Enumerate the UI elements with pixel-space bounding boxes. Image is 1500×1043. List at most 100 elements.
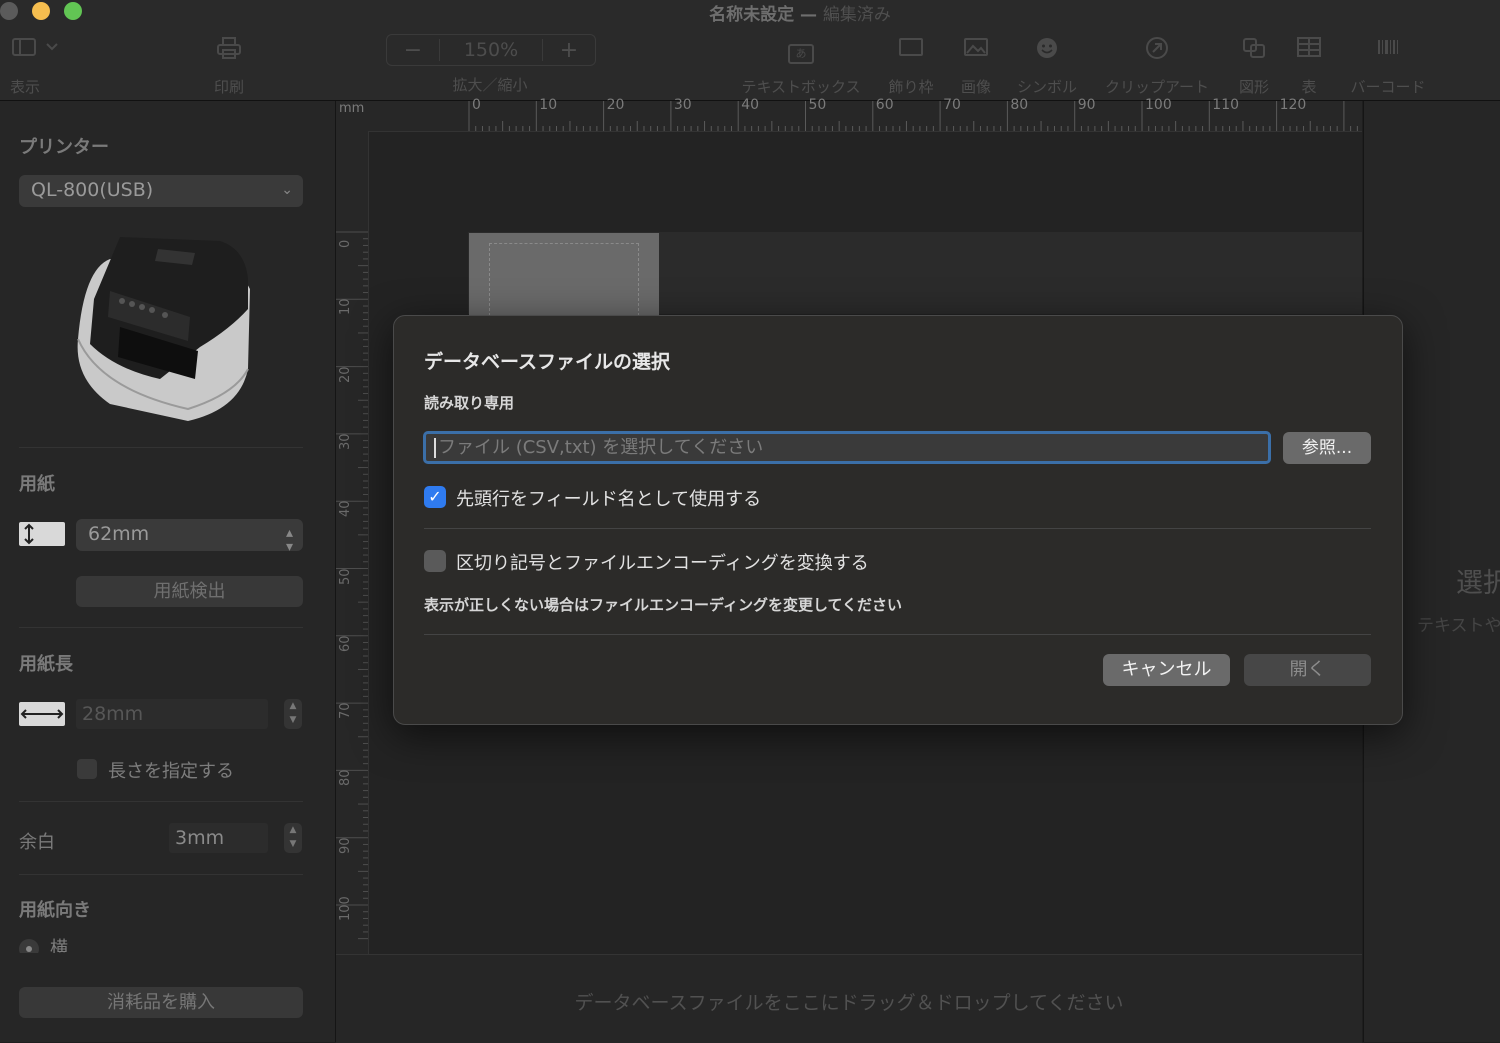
ruler-label: 70 [943,97,961,113]
paper-size-select[interactable]: 62mm ▴ ▾ [76,519,303,554]
first-row-label: 先頭行をフィールド名として使用する [456,489,762,510]
divider [19,447,303,448]
ruler-label: 90 [338,837,353,854]
ruler-label: 30 [338,433,353,450]
readonly-label: 読み取り専用 [424,394,515,412]
vertical-ruler [336,131,369,954]
drop-hint: データベースファイルをここにドラッグ＆ドロップしてください [574,992,1124,1014]
clipart-icon [1100,36,1214,64]
symbol-tool[interactable]: シンボル [1014,36,1080,97]
sidebar-toggle-icon [10,36,60,64]
orientation-heading: 用紙向き [19,900,91,921]
divider [19,874,303,875]
chevron-down-icon: ⌄ [281,182,293,198]
table-label: 表 [1301,78,1317,96]
shape-icon [1234,36,1274,64]
ruler-label: 120 [1279,97,1307,113]
ruler-label: 20 [606,97,625,113]
printer-select[interactable]: QL-800(USB) ⌄ [19,175,303,207]
textbox-icon: あ [736,36,866,64]
frame-icon [886,36,936,64]
buy-supplies-button[interactable]: 消耗品を購入 [19,987,303,1018]
ruler-label: 60 [875,97,894,113]
frame-tool[interactable]: 飾り枠 [886,36,936,97]
ruler-label: 50 [338,567,353,585]
shape-tool[interactable]: 図形 [1234,36,1274,97]
table-tool[interactable]: 表 [1292,36,1326,97]
frame-label: 飾り枠 [888,78,934,96]
zoom-in-button[interactable]: + [543,38,595,63]
table-icon [1292,36,1326,64]
ruler-label: 100 [1145,97,1172,113]
printer-icon [205,36,253,64]
ruler-label: 80 [1010,97,1029,113]
print-tool[interactable]: 印刷 [205,36,253,97]
clipart-tool[interactable]: クリップアート [1100,36,1214,97]
print-label: 印刷 [213,78,244,96]
database-file-dialog: データベースファイルの選択 読み取り専用 ファイル (CSV,txt) を選択し… [393,315,1403,725]
ruler-label: 10 [539,97,558,113]
paper-size-value: 62mm [88,523,150,545]
divider [19,627,303,628]
view-label: 表示 [10,78,41,96]
ruler-label: 60 [338,635,353,652]
clipart-label: クリップアート [1104,78,1210,96]
text-caret [434,438,436,458]
ruler-label: 20 [338,366,353,383]
browse-button[interactable]: 参照... [1283,432,1371,464]
printer-heading: プリンター [19,137,109,158]
image-label: 画像 [960,78,991,96]
margin-label: 余白 [19,832,55,853]
zoom-out-button[interactable]: − [387,38,439,63]
first-row-checkbox[interactable]: ✓ [424,486,446,508]
orientation-option-label: 横 [50,938,68,953]
symbol-label: シンボル [1016,78,1077,96]
window-title: 名称未設定 — 編集済み [0,0,1500,25]
horizontal-ruler [336,101,1362,132]
image-tool[interactable]: 画像 [956,36,996,97]
barcode-label: バーコード [1350,78,1426,96]
zoom-value: 150% [439,39,543,61]
margin-field[interactable]: 3mm [169,823,268,853]
convert-encoding-checkbox[interactable] [424,550,446,572]
shape-label: 図形 [1238,78,1269,96]
printable-area-outline [489,243,639,316]
view-tool[interactable]: 表示 [10,36,60,97]
image-icon [956,36,996,64]
ruler-label: 50 [808,97,827,113]
margin-stepper[interactable]: ▲ ▼ [284,823,302,853]
document-status: 編集済み [822,5,891,25]
cancel-button[interactable]: キャンセル [1103,654,1230,686]
inspector-heading: 選択 [1456,568,1500,599]
barcode-icon [1346,36,1430,64]
file-path-field[interactable]: ファイル (CSV,txt) を選択してください [423,431,1271,464]
file-path-placeholder: ファイル (CSV,txt) を選択してください [438,437,764,458]
paper-length-icon [19,702,65,726]
ruler-label: 80 [338,769,353,787]
convert-encoding-label: 区切り記号とファイルエンコーディングを変換する [456,553,869,574]
ruler-unit: mm [339,101,365,116]
ruler-label: 40 [741,97,760,113]
ruler-label: 110 [1212,97,1240,113]
paper-heading: 用紙 [19,474,55,495]
ruler-label: 70 [338,702,353,720]
textbox-label: テキストボックス [741,78,861,96]
inspector-hint: テキストや [1417,616,1500,636]
dialog-title: データベースファイルの選択 [424,351,671,373]
paper-length-field[interactable]: 28mm [76,699,268,729]
textbox-tool[interactable]: あ テキストボックス [736,36,866,97]
ruler-label: 0 [472,97,481,113]
detect-paper-button[interactable]: 用紙検出 [76,576,303,607]
zoom-control: − 150% + [386,34,596,66]
printer-image [70,229,252,421]
ruler-label: 40 [338,500,353,518]
ruler-label: 0 [338,239,353,248]
divider [424,528,1371,529]
paper-length-heading: 用紙長 [19,654,73,675]
barcode-tool[interactable]: バーコード [1346,36,1430,97]
orientation-radio[interactable] [19,939,39,953]
open-button[interactable]: 開く [1244,654,1371,686]
specify-length-checkbox[interactable] [77,759,97,779]
paper-width-icon [19,522,65,546]
paper-length-stepper[interactable]: ▲ ▼ [284,699,302,729]
